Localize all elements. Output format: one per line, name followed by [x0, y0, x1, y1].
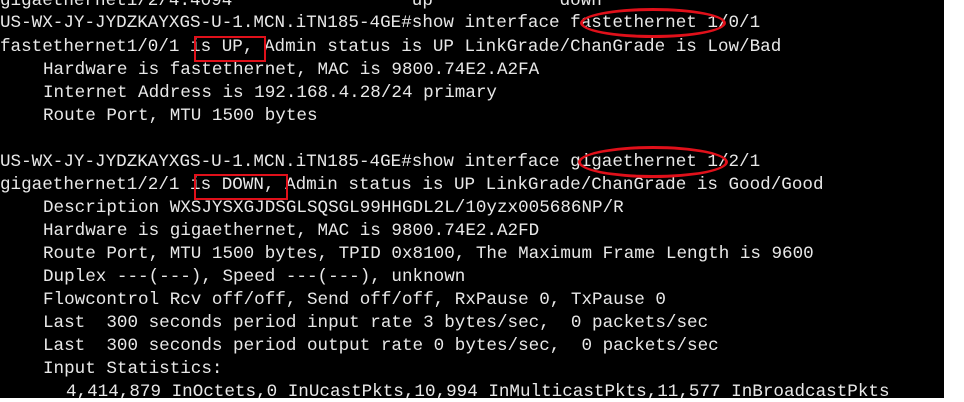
terminal-line-fastethernet-status: fastethernet1/0/1 is UP, Admin status is…: [0, 37, 782, 57]
terminal-line-gigaethernet-description: Description WXSJYSXGJDSGLSQSGL99HHGDL2L/…: [43, 198, 624, 218]
terminal-line-gigaethernet-input-rate: Last 300 seconds period input rate 3 byt…: [43, 313, 709, 333]
terminal-line-gigaethernet-route-port: Route Port, MTU 1500 bytes, TPID 0x8100,…: [43, 244, 814, 264]
annotation-box-is-down: [194, 174, 288, 200]
terminal-line-fastethernet-route-port: Route Port, MTU 1500 bytes: [43, 106, 318, 126]
terminal-line-gigaethernet-flowcontrol: Flowcontrol Rcv off/off, Send off/off, R…: [43, 290, 666, 310]
terminal-line-gigaethernet-output-rate: Last 300 seconds period output rate 0 by…: [43, 336, 719, 356]
terminal-line-input-statistics: Input Statistics:: [43, 359, 223, 379]
annotation-oval-gigaethernet: [578, 146, 728, 178]
annotation-oval-fastethernet: [580, 8, 726, 38]
terminal-line-input-counters: 4,414,879 InOctets,0 InUcastPkts,10,994 …: [66, 382, 890, 398]
terminal-line-gigaethernet-status: gigaethernet1/2/1 is DOWN, Admin status …: [0, 175, 824, 195]
annotation-box-is-up: [194, 36, 266, 62]
terminal-line-fastethernet-address: Internet Address is 192.168.4.28/24 prim…: [43, 83, 497, 103]
terminal-line-gigaethernet-hardware: Hardware is gigaethernet, MAC is 9800.74…: [43, 221, 540, 241]
terminal-line-gigaethernet-duplex: Duplex ---(---), Speed ---(---), unknown: [43, 267, 466, 287]
page-margin: [944, 0, 964, 402]
terminal-line-fastethernet-hardware: Hardware is fastethernet, MAC is 9800.74…: [43, 60, 540, 80]
terminal-window[interactable]: gigaethernet1/2/4.4094 up down US-WX-JY-…: [0, 0, 944, 398]
